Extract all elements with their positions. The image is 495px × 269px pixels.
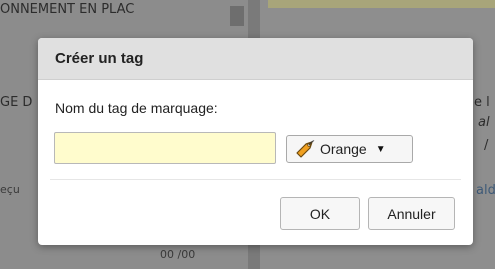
background-right-text-4: ald bbox=[476, 183, 495, 198]
chevron-down-icon: ▼ bbox=[375, 143, 386, 155]
background-right-text-2: al bbox=[478, 115, 490, 130]
background-label: GE D bbox=[0, 95, 33, 110]
dialog-divider bbox=[50, 179, 461, 180]
tag-color-value: Orange bbox=[320, 141, 367, 157]
cancel-button[interactable]: Annuler bbox=[368, 197, 455, 230]
background-heading: ONNEMENT EN PLAC bbox=[0, 2, 135, 17]
create-tag-dialog: Créer un tag Nom du tag de marquage: Ora… bbox=[38, 38, 473, 245]
tag-name-input[interactable] bbox=[54, 132, 276, 164]
dialog-title: Créer un tag bbox=[55, 50, 144, 67]
tag-icon bbox=[293, 139, 315, 159]
background-right-text-3: / bbox=[484, 138, 489, 153]
ok-button[interactable]: OK bbox=[280, 197, 360, 230]
background-scrollbar bbox=[230, 6, 244, 26]
background-top-bar bbox=[268, 0, 495, 8]
background-right-text-1: e l bbox=[474, 95, 490, 110]
dialog-header: Créer un tag bbox=[38, 38, 473, 80]
tag-color-select[interactable]: Orange ▼ bbox=[286, 135, 413, 163]
tag-name-label: Nom du tag de marquage: bbox=[55, 100, 218, 116]
background-small-text: eçu bbox=[0, 183, 20, 196]
background-bottom-text: 00 /00 bbox=[160, 248, 196, 261]
